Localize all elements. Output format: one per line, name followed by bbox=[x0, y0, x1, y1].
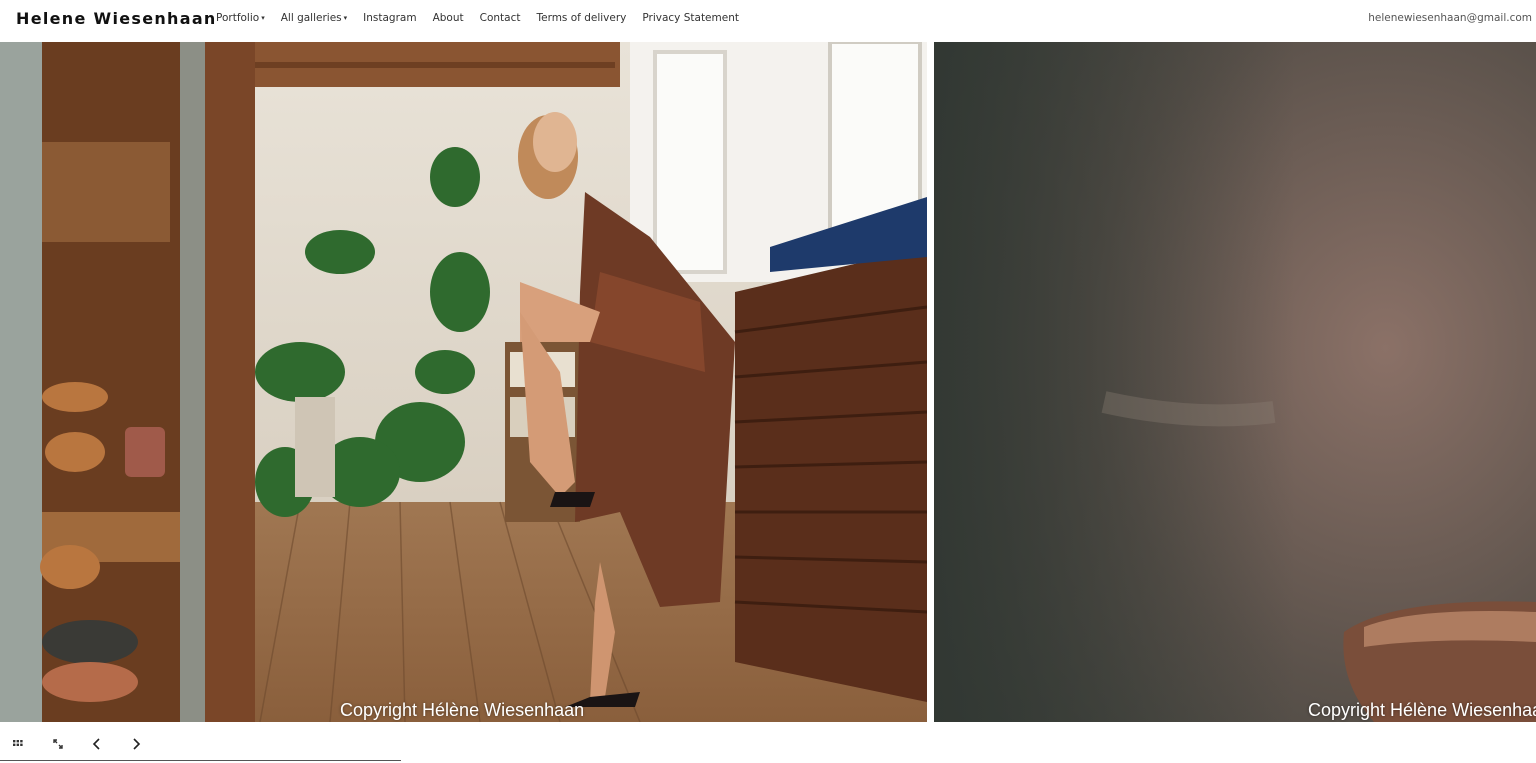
slide-caption: Copyright Hélène Wiesenhaan bbox=[1308, 700, 1536, 720]
fullscreen-icon[interactable] bbox=[50, 736, 66, 752]
gallery-slide[interactable]: Copyright Hélène Wiesenhaan bbox=[0, 42, 927, 722]
nav-item-about[interactable]: About bbox=[433, 12, 464, 24]
chevron-down-icon: ▾ bbox=[261, 14, 265, 22]
chevron-down-icon: ▾ bbox=[343, 14, 348, 22]
chevron-right-icon[interactable] bbox=[128, 736, 144, 752]
gallery-slider[interactable]: Copyright Hélène Wiesenhaan Copyright Hé… bbox=[0, 42, 1536, 722]
nav-item-label: Portfolio bbox=[216, 12, 260, 24]
grid-icon[interactable] bbox=[11, 736, 27, 752]
gallery-slide[interactable]: Copyright Hélène Wiesenhaan bbox=[934, 42, 1536, 722]
nav-item-label: All galleries bbox=[280, 12, 342, 24]
site-title[interactable]: Helene Wiesenhaan bbox=[16, 9, 217, 28]
slide-photo bbox=[934, 42, 1536, 722]
email-link[interactable]: helenewiesenhaan@gmail.com bbox=[1368, 12, 1532, 24]
nav-item-instagram[interactable]: Instagram bbox=[363, 12, 416, 24]
nav-item-contact[interactable]: Contact bbox=[480, 12, 521, 24]
slide-photo bbox=[0, 42, 927, 722]
main-nav: Portfolio ▾ All galleries ▾ Instagram Abou… bbox=[216, 12, 755, 24]
slider-controls bbox=[0, 730, 400, 760]
nav-item-privacy-statement[interactable]: Privacy Statement bbox=[642, 12, 739, 24]
header: Helene Wiesenhaan Portfolio ▾ All galleri… bbox=[0, 0, 1536, 40]
chevron-left-icon[interactable] bbox=[89, 736, 105, 752]
nav-item-terms-of-delivery[interactable]: Terms of delivery bbox=[536, 12, 626, 24]
nav-item-portfolio[interactable]: Portfolio ▾ bbox=[216, 12, 265, 24]
nav-item-all-galleries[interactable]: All galleries ▾ bbox=[281, 12, 347, 24]
slider-progress-bar bbox=[0, 760, 401, 761]
slide-caption: Copyright Hélène Wiesenhaan bbox=[340, 700, 585, 720]
